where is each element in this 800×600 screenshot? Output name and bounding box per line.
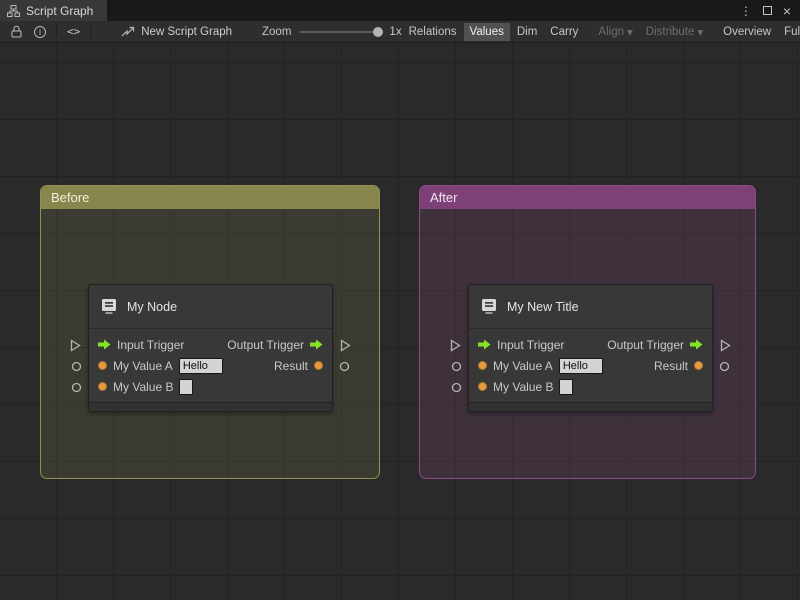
node-footer	[469, 402, 712, 411]
control-input-port[interactable]	[70, 339, 81, 352]
chevron-down-icon: ▾	[697, 26, 704, 39]
value-a-row: My Value A Result	[469, 355, 712, 376]
graph-canvas[interactable]: Before After My Node Input Trigger Outpu…	[0, 43, 800, 600]
value-a-input[interactable]	[558, 357, 603, 374]
node-title: My Node	[127, 299, 178, 314]
output-trigger-label: Output Trigger	[227, 337, 304, 352]
kebab-menu-icon[interactable]: ⋮	[740, 5, 752, 17]
toolbar-separator	[56, 25, 57, 38]
graph-toolbar: i <> New Script Graph Zoom 1x Relations …	[0, 21, 800, 43]
result-label: Result	[273, 358, 308, 373]
value-out-port-icon[interactable]	[314, 361, 323, 370]
group-before-title: Before	[51, 190, 90, 205]
graph-asset-icon	[121, 26, 135, 38]
node-header[interactable]: My New Title	[469, 285, 712, 329]
code-view-icon[interactable]: <>	[61, 21, 86, 42]
value-input-port[interactable]	[451, 361, 462, 372]
value-a-label: My Value A	[113, 358, 173, 373]
trigger-row: Input Trigger Output Trigger	[89, 334, 332, 355]
control-input-port[interactable]	[450, 339, 461, 352]
node-rows: Input Trigger Output Trigger My Value A	[469, 329, 712, 397]
result-label: Result	[653, 358, 688, 373]
node-my-new-title: My New Title Input Trigger Output Trigge…	[450, 284, 731, 412]
node-header[interactable]: My Node	[89, 285, 332, 329]
dim-button[interactable]: Dim	[511, 23, 543, 41]
flow-in-icon[interactable]	[98, 339, 111, 350]
unit-icon	[480, 298, 498, 315]
node-my-node: My Node Input Trigger Output Trigger My …	[70, 284, 351, 412]
values-button[interactable]: Values	[463, 22, 510, 41]
relations-button[interactable]: Relations	[403, 23, 463, 41]
value-b-label: My Value B	[113, 379, 174, 394]
toolbar-buttons: Relations Values Dim Carry Align ▾ Distr…	[402, 22, 800, 42]
fullscreen-button[interactable]: Full Scr	[778, 23, 800, 41]
input-trigger-label: Input Trigger	[117, 337, 185, 352]
graph-name: New Script Graph	[141, 25, 233, 38]
toolbar-separator	[90, 25, 92, 38]
tab-title: Script Graph	[26, 3, 94, 18]
zoom-control: Zoom 1x	[262, 26, 402, 38]
value-b-input[interactable]	[559, 378, 574, 395]
flow-out-icon[interactable]	[310, 339, 323, 350]
graph-breadcrumb[interactable]: New Script Graph	[121, 26, 232, 38]
tab-bar: Script Graph ⋮ ×	[0, 0, 800, 21]
value-input-port[interactable]	[71, 382, 82, 393]
output-trigger-label: Output Trigger	[607, 337, 684, 352]
value-b-label: My Value B	[493, 379, 554, 394]
align-button[interactable]: Align ▾	[592, 22, 638, 42]
node-footer	[89, 402, 332, 411]
value-in-port-icon[interactable]	[98, 382, 107, 391]
control-output-port[interactable]	[720, 339, 731, 352]
script-graph-icon	[7, 4, 20, 17]
zoom-label: Zoom	[262, 25, 292, 38]
value-in-port-icon[interactable]	[478, 382, 487, 391]
group-after-title: After	[430, 190, 458, 205]
zoom-value: 1x	[389, 25, 402, 38]
input-trigger-label: Input Trigger	[497, 337, 565, 352]
value-in-port-icon[interactable]	[478, 361, 487, 370]
value-b-input[interactable]	[179, 378, 194, 395]
close-icon[interactable]: ×	[783, 4, 791, 18]
value-input-port[interactable]	[451, 382, 462, 393]
window-controls: ⋮ ×	[740, 0, 800, 21]
value-input-port[interactable]	[71, 361, 82, 372]
value-a-row: My Value A Result	[89, 355, 332, 376]
value-output-port[interactable]	[339, 361, 350, 372]
node-title: My New Title	[507, 299, 579, 314]
distribute-button[interactable]: Distribute ▾	[640, 22, 709, 42]
trigger-row: Input Trigger Output Trigger	[469, 334, 712, 355]
value-a-label: My Value A	[493, 358, 553, 373]
group-before-header[interactable]: Before	[41, 186, 379, 209]
value-out-port-icon[interactable]	[694, 361, 703, 370]
tab-script-graph[interactable]: Script Graph	[0, 0, 108, 21]
carry-button[interactable]: Carry	[544, 23, 584, 41]
info-icon[interactable]: i	[28, 21, 52, 42]
control-output-port[interactable]	[340, 339, 351, 352]
unit-icon	[100, 298, 118, 315]
value-a-input[interactable]	[178, 357, 223, 374]
value-b-row: My Value B	[469, 376, 712, 397]
value-output-port[interactable]	[719, 361, 730, 372]
value-b-row: My Value B	[89, 376, 332, 397]
zoom-slider-knob[interactable]	[373, 26, 384, 37]
group-after-header[interactable]: After	[420, 186, 755, 209]
flow-out-icon[interactable]	[690, 339, 703, 350]
overview-button[interactable]: Overview	[717, 23, 777, 41]
flow-in-icon[interactable]	[478, 339, 491, 350]
value-in-port-icon[interactable]	[98, 361, 107, 370]
maximize-icon[interactable]	[762, 6, 772, 15]
lock-icon[interactable]	[5, 21, 28, 42]
script-graph-window: Script Graph ⋮ × i <> New Script Graph Z…	[0, 0, 800, 600]
chevron-down-icon: ▾	[627, 26, 633, 39]
zoom-slider[interactable]	[299, 26, 384, 37]
node-rows: Input Trigger Output Trigger My Value A	[89, 329, 332, 397]
